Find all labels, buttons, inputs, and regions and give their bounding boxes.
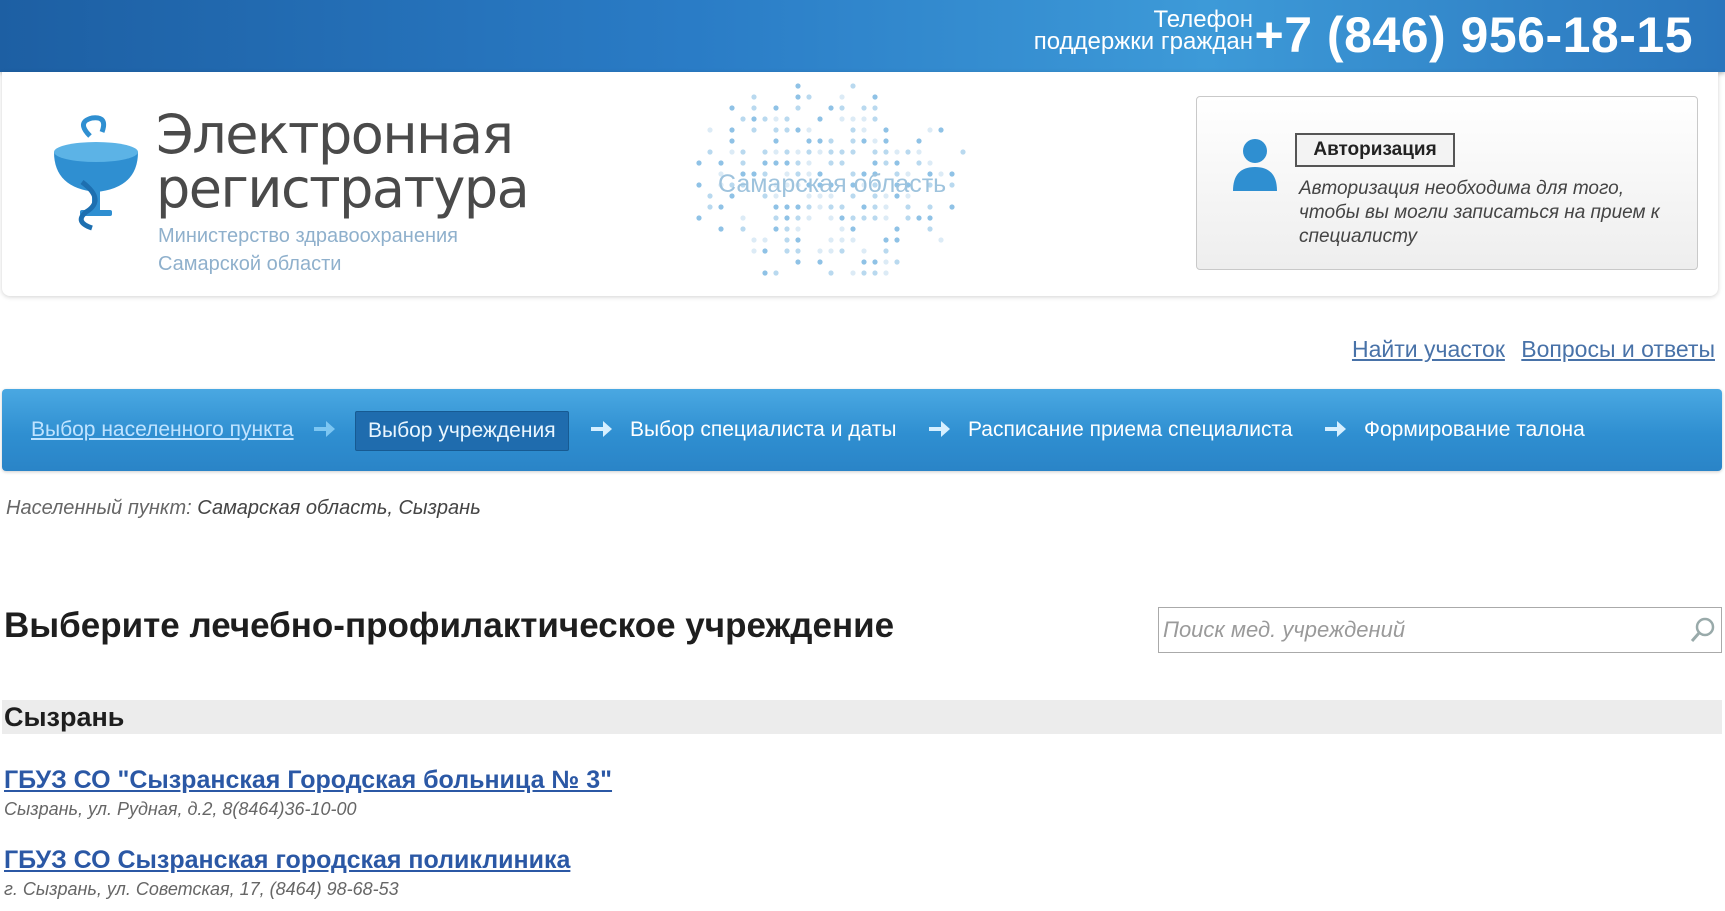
faq-link[interactable]: Вопросы и ответы [1521, 336, 1715, 362]
ministry-line2: Самарской области [158, 253, 342, 275]
site-title-line2: регистратура [156, 157, 530, 220]
institution-item: ГБУЗ СО "Сызранская Городская больница №… [4, 766, 612, 820]
page-title: Выберите лечебно-профилактическое учрежд… [4, 606, 895, 645]
find-district-link[interactable]: Найти участок [1352, 336, 1505, 362]
institution-link[interactable]: ГБУЗ СО "Сызранская Городская больница №… [4, 766, 612, 795]
arrow-right-icon [929, 421, 950, 437]
support-phone[interactable]: +7 (846) 956-18-15 [1255, 4, 1693, 66]
step-select-institution[interactable]: Выбор учреждения [355, 411, 569, 451]
institution-address: г. Сызрань, ул. Советская, 17, (8464) 98… [4, 879, 399, 899]
user-icon [1233, 139, 1277, 191]
locality-value: Самарская область, Сызрань [197, 497, 481, 519]
institution-address: Сызрань, ул. Рудная, д.2, 8(8464)36-10-0… [4, 799, 357, 819]
institution-link[interactable]: ГБУЗ СО Сызранская городская поликлиника [4, 846, 570, 875]
arrow-right-icon [1325, 421, 1346, 437]
site-title: Электронная регистратура [156, 103, 530, 220]
ministry-line1: Министерство здравоохранения [158, 225, 458, 247]
institution-search-input[interactable] [1161, 608, 1665, 652]
step-schedule: Расписание приема специалиста [968, 418, 1293, 441]
institution-item: ГБУЗ СО Сызранская городская поликлиника… [4, 846, 570, 900]
auth-description: Авторизация необходима для того, чтобы в… [1299, 178, 1660, 247]
locality-label: Населенный пункт: [6, 497, 192, 519]
ministry-subtitle: Министерство здравоохранения Самарской о… [158, 222, 458, 278]
arrow-right-icon [314, 421, 335, 437]
auth-button[interactable]: Авторизация [1295, 133, 1455, 167]
search-icon[interactable] [1689, 616, 1717, 644]
utility-links: Найти участок Вопросы и ответы [1342, 336, 1715, 363]
caduceus-bowl-icon [54, 115, 138, 231]
city-group-header: Сызрань [2, 700, 1722, 734]
site-title-line1: Электронная [156, 103, 514, 166]
step-select-specialist: Выбор специалиста и даты [630, 418, 897, 441]
support-caption-line2: поддержки граждан [1033, 28, 1253, 55]
support-caption: Телефон поддержки граждан [993, 8, 1253, 55]
step-ticket: Формирование талона [1364, 418, 1585, 441]
institution-search [1158, 607, 1722, 653]
support-bar: Телефон поддержки граждан +7 (846) 956-1… [0, 0, 1725, 72]
selected-locality: Населенный пункт: Самарская область, Сыз… [6, 497, 481, 520]
wizard-steps: Выбор населенного пункта Выбор учреждени… [2, 389, 1722, 471]
arrow-right-icon [591, 421, 612, 437]
region-label: Самарская область [718, 170, 947, 198]
site-header: Электронная регистратура Министерство зд… [2, 72, 1718, 296]
auth-panel: Авторизация Авторизация необходима для т… [1196, 96, 1698, 270]
step-select-locality[interactable]: Выбор населенного пункта [31, 411, 294, 449]
